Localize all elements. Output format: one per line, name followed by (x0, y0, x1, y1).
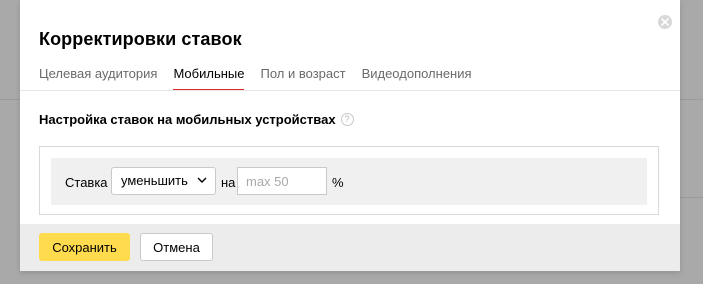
section-title-text: Настройка ставок на мобильных устройства… (39, 112, 336, 127)
bid-mode-select[interactable]: уменьшить (111, 167, 216, 195)
bid-label: Ставка (65, 175, 108, 190)
bid-adjustments-dialog: Корректировки ставок Целевая аудитория М… (20, 0, 680, 271)
dialog-footer: Сохранить Отмена (20, 224, 680, 271)
section-heading: Настройка ставок на мобильных устройства… (39, 112, 354, 127)
bid-mode-value: уменьшить (121, 173, 188, 188)
chevron-down-icon (197, 177, 207, 183)
close-icon[interactable] (658, 15, 672, 29)
tab-mobile[interactable]: Мобильные (173, 66, 245, 91)
bid-row: Ставка уменьшить на % (51, 158, 647, 205)
tab-bar: Целевая аудитория Мобильные Пол и возрас… (39, 66, 488, 91)
tab-video-extensions[interactable]: Видеодополнения (362, 66, 472, 91)
background-divider-bottom (680, 197, 703, 198)
tab-gender-age[interactable]: Пол и возраст (260, 66, 345, 91)
save-button[interactable]: Сохранить (39, 233, 130, 261)
background-divider-top (0, 99, 20, 100)
cancel-button[interactable]: Отмена (140, 233, 213, 261)
percent-unit: % (332, 175, 344, 190)
dialog-title: Корректировки ставок (39, 29, 242, 49)
tab-target-audience[interactable]: Целевая аудитория (39, 66, 157, 91)
tabs-divider (20, 90, 680, 91)
bid-settings-panel: Ставка уменьшить на % (39, 146, 659, 215)
connector-label: на (221, 175, 236, 190)
question-circle-icon[interactable]: ? (340, 113, 354, 126)
background-divider-right (680, 99, 703, 100)
bid-amount-input[interactable] (237, 167, 327, 195)
